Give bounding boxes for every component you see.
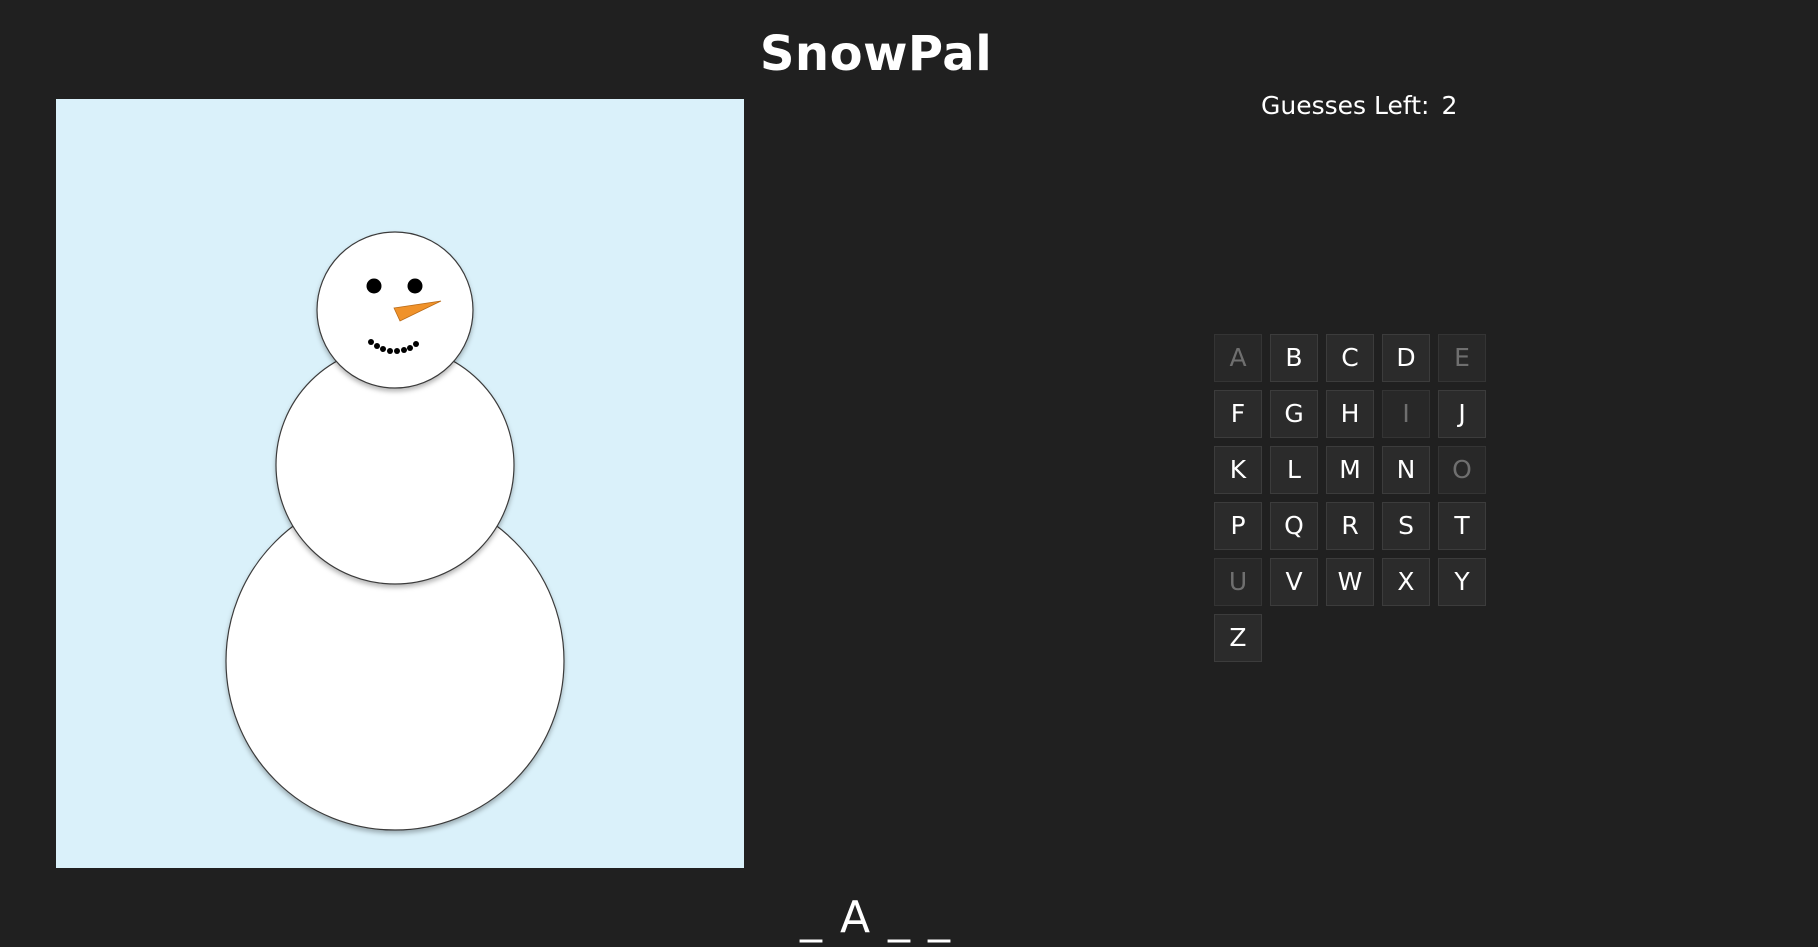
- page-title: SnowPal: [759, 26, 993, 82]
- left-eye: [366, 278, 382, 294]
- letter-button-m[interactable]: M: [1326, 446, 1374, 494]
- letter-button-h[interactable]: H: [1326, 390, 1374, 438]
- letter-button-o: O: [1438, 446, 1486, 494]
- letter-button-k[interactable]: K: [1214, 446, 1262, 494]
- snowman-drawing: [225, 231, 565, 831]
- letter-button-v[interactable]: V: [1270, 558, 1318, 606]
- letter-button-l[interactable]: L: [1270, 446, 1318, 494]
- snowman-canvas: [56, 99, 744, 868]
- letter-button-x[interactable]: X: [1382, 558, 1430, 606]
- letter-button-f[interactable]: F: [1214, 390, 1262, 438]
- letter-button-b[interactable]: B: [1270, 334, 1318, 382]
- guesses-left-value: 2: [1441, 91, 1458, 120]
- letter-button-g[interactable]: G: [1270, 390, 1318, 438]
- letter-button-a: A: [1214, 334, 1262, 382]
- letter-button-y[interactable]: Y: [1438, 558, 1486, 606]
- right-eye: [407, 278, 423, 294]
- letter-button-z[interactable]: Z: [1214, 614, 1262, 662]
- letter-button-s[interactable]: S: [1382, 502, 1430, 550]
- letter-button-d[interactable]: D: [1382, 334, 1430, 382]
- letter-button-j[interactable]: J: [1438, 390, 1486, 438]
- letter-button-e: E: [1438, 334, 1486, 382]
- guesses-left-label: Guesses Left:: [1261, 91, 1430, 120]
- word-display: _ A _ _: [799, 892, 953, 943]
- letter-button-t[interactable]: T: [1438, 502, 1486, 550]
- letter-button-c[interactable]: C: [1326, 334, 1374, 382]
- snowpal-app: SnowPal Guesses Left: 2 A B C D E F G H …: [0, 0, 1818, 947]
- letter-button-w[interactable]: W: [1326, 558, 1374, 606]
- letter-button-p[interactable]: P: [1214, 502, 1262, 550]
- letter-button-n[interactable]: N: [1382, 446, 1430, 494]
- letter-button-r[interactable]: R: [1326, 502, 1374, 550]
- letter-button-q[interactable]: Q: [1270, 502, 1318, 550]
- letter-keyboard: ABCDE FGHIJ KLMNO PQRST UVWXY Z: [1214, 334, 1494, 662]
- letter-button-i: I: [1382, 390, 1430, 438]
- letter-button-u: U: [1214, 558, 1262, 606]
- guesses-left: Guesses Left: 2: [1261, 91, 1457, 120]
